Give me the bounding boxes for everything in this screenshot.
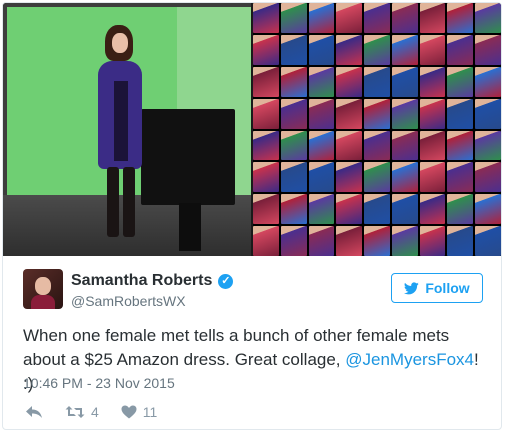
mention-link[interactable]: @JenMyersFox4	[345, 350, 474, 369]
collage-tile	[391, 226, 418, 256]
collage-tile	[336, 226, 363, 256]
reply-button[interactable]	[25, 405, 43, 419]
twitter-bird-icon	[404, 281, 420, 294]
collage-tile	[253, 194, 279, 225]
collage-tile	[280, 162, 307, 193]
collage-tile	[391, 3, 418, 33]
collage-tile	[336, 98, 363, 129]
collage-tile	[308, 34, 335, 65]
collage-tile	[419, 194, 446, 225]
collage-tile	[253, 34, 279, 65]
collage-tile	[475, 34, 501, 65]
collage-tile	[336, 66, 363, 97]
user-handle[interactable]: @SamRobertsWX	[71, 293, 186, 309]
collage-tile	[447, 226, 474, 256]
collage-tile	[364, 66, 390, 97]
collage-tile	[475, 226, 501, 256]
tweet-timestamp[interactable]: 10:46 PM - 23 Nov 2015	[23, 375, 175, 391]
collage-tile	[475, 66, 501, 97]
collage-tile	[336, 130, 363, 161]
collage-tile	[253, 98, 279, 129]
meteorologist-collage[interactable]	[253, 3, 501, 256]
like-button[interactable]: 11	[121, 404, 158, 420]
collage-tile	[447, 194, 474, 225]
collage-tile	[280, 130, 307, 161]
collage-tile	[308, 98, 335, 129]
retweet-button[interactable]: 4	[65, 404, 99, 420]
retweet-count: 4	[91, 404, 99, 420]
avatar[interactable]	[23, 269, 63, 309]
collage-tile	[308, 226, 335, 256]
collage-tile	[364, 130, 390, 161]
collage-tile	[447, 98, 474, 129]
collage-tile	[308, 3, 335, 33]
collage-tile	[475, 3, 501, 33]
collage-tile	[308, 130, 335, 161]
collage-tile	[308, 194, 335, 225]
tweet-media[interactable]	[3, 3, 501, 256]
author-name-row[interactable]: Samantha Roberts ✓	[71, 271, 234, 291]
collage-tile	[419, 66, 446, 97]
studio-photo[interactable]	[3, 3, 251, 256]
collage-tile	[475, 98, 501, 129]
collage-tile	[253, 162, 279, 193]
collage-tile	[308, 162, 335, 193]
collage-tile	[447, 66, 474, 97]
heart-icon	[121, 405, 137, 419]
collage-tile	[391, 194, 418, 225]
follow-button[interactable]: Follow	[391, 273, 483, 303]
display-name[interactable]: Samantha Roberts	[71, 272, 212, 290]
collage-tile	[447, 162, 474, 193]
collage-tile	[253, 3, 279, 33]
collage-tile	[475, 130, 501, 161]
reply-icon	[26, 406, 42, 418]
collage-tile	[280, 98, 307, 129]
collage-tile	[280, 3, 307, 33]
follow-label: Follow	[425, 280, 470, 296]
collage-tile	[447, 3, 474, 33]
collage-tile	[475, 194, 501, 225]
collage-tile	[419, 130, 446, 161]
collage-tile	[364, 34, 390, 65]
collage-tile	[475, 162, 501, 193]
collage-tile	[447, 130, 474, 161]
collage-tile	[391, 66, 418, 97]
collage-tile	[336, 34, 363, 65]
collage-tile	[308, 66, 335, 97]
collage-tile	[253, 66, 279, 97]
collage-tile	[280, 66, 307, 97]
retweet-icon	[65, 406, 85, 418]
collage-tile	[364, 226, 390, 256]
collage-tile	[419, 162, 446, 193]
collage-tile	[419, 34, 446, 65]
collage-tile	[364, 3, 390, 33]
collage-tile	[280, 226, 307, 256]
verified-badge-icon: ✓	[218, 273, 234, 289]
collage-tile	[364, 98, 390, 129]
collage-tile	[419, 226, 446, 256]
collage-tile	[336, 3, 363, 33]
collage-tile	[391, 162, 418, 193]
collage-tile	[253, 226, 279, 256]
tweet-card: Samantha Roberts ✓ @SamRobertsWX Follow …	[2, 2, 502, 430]
tweet-actions: 4 11	[25, 403, 157, 421]
like-count: 11	[142, 404, 158, 420]
collage-tile	[336, 162, 363, 193]
collage-tile	[447, 34, 474, 65]
collage-tile	[364, 194, 390, 225]
collage-tile	[253, 130, 279, 161]
collage-tile	[280, 194, 307, 225]
collage-tile	[336, 194, 363, 225]
collage-tile	[280, 34, 307, 65]
collage-tile	[419, 98, 446, 129]
collage-tile	[364, 162, 390, 193]
collage-tile	[419, 3, 446, 33]
collage-tile	[391, 34, 418, 65]
collage-tile	[391, 130, 418, 161]
collage-tile	[391, 98, 418, 129]
